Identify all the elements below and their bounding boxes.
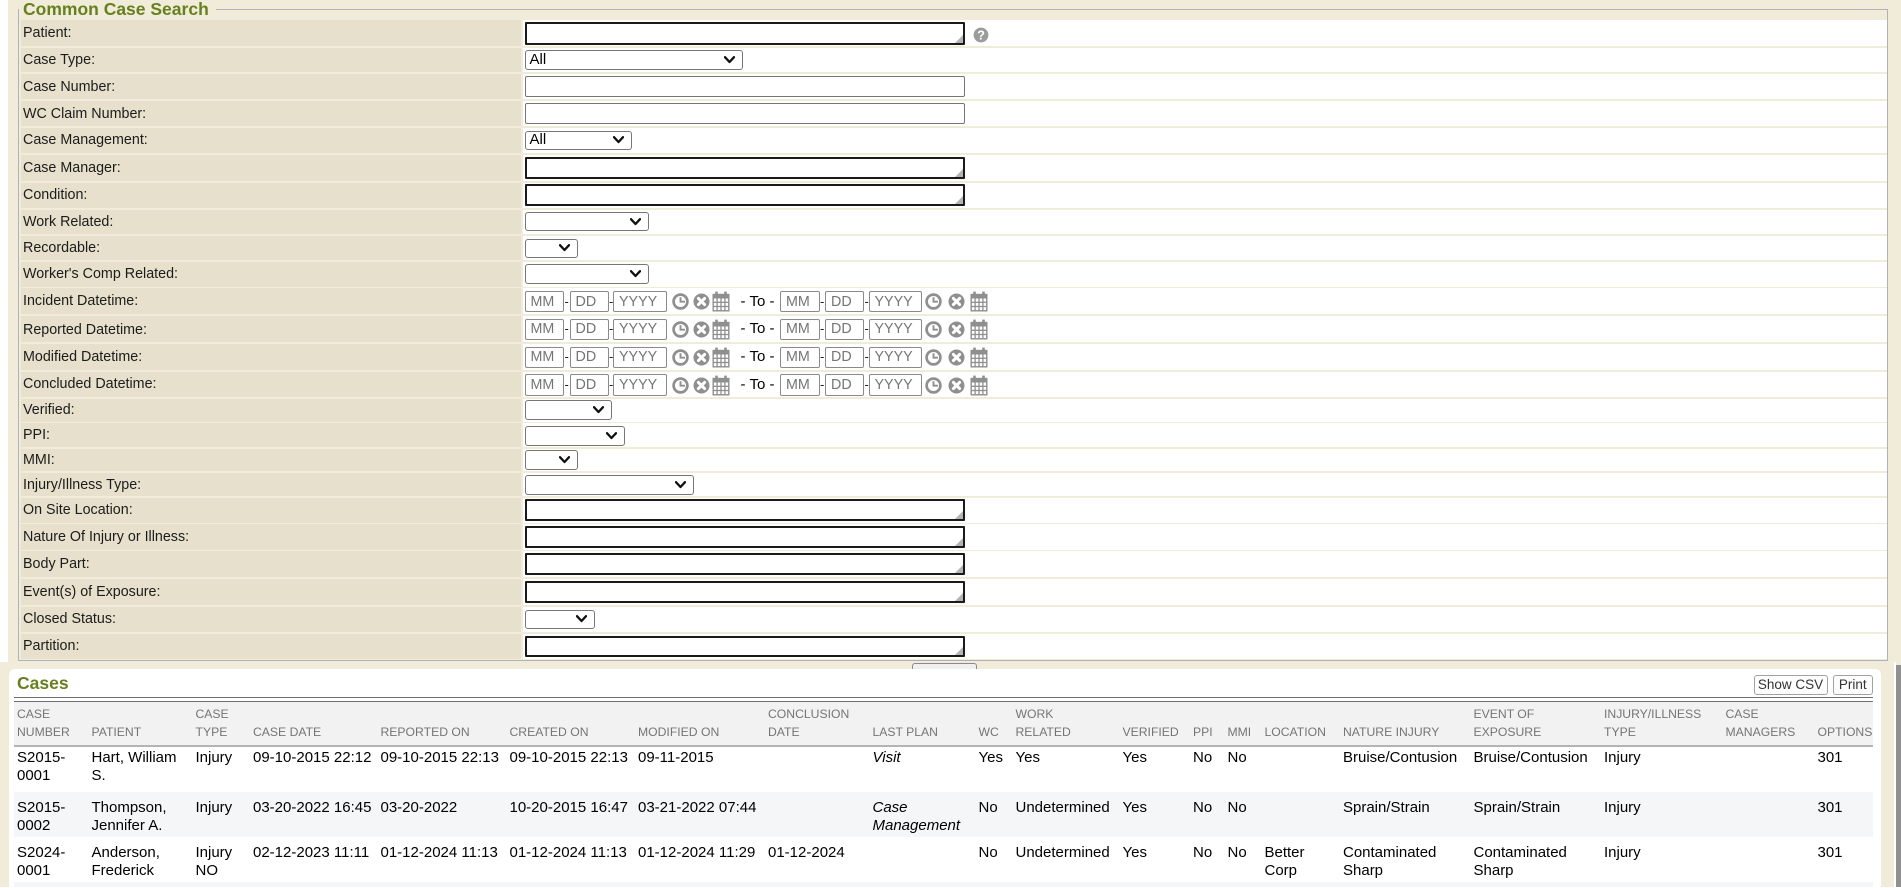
svg-text:?: ? (977, 27, 985, 42)
